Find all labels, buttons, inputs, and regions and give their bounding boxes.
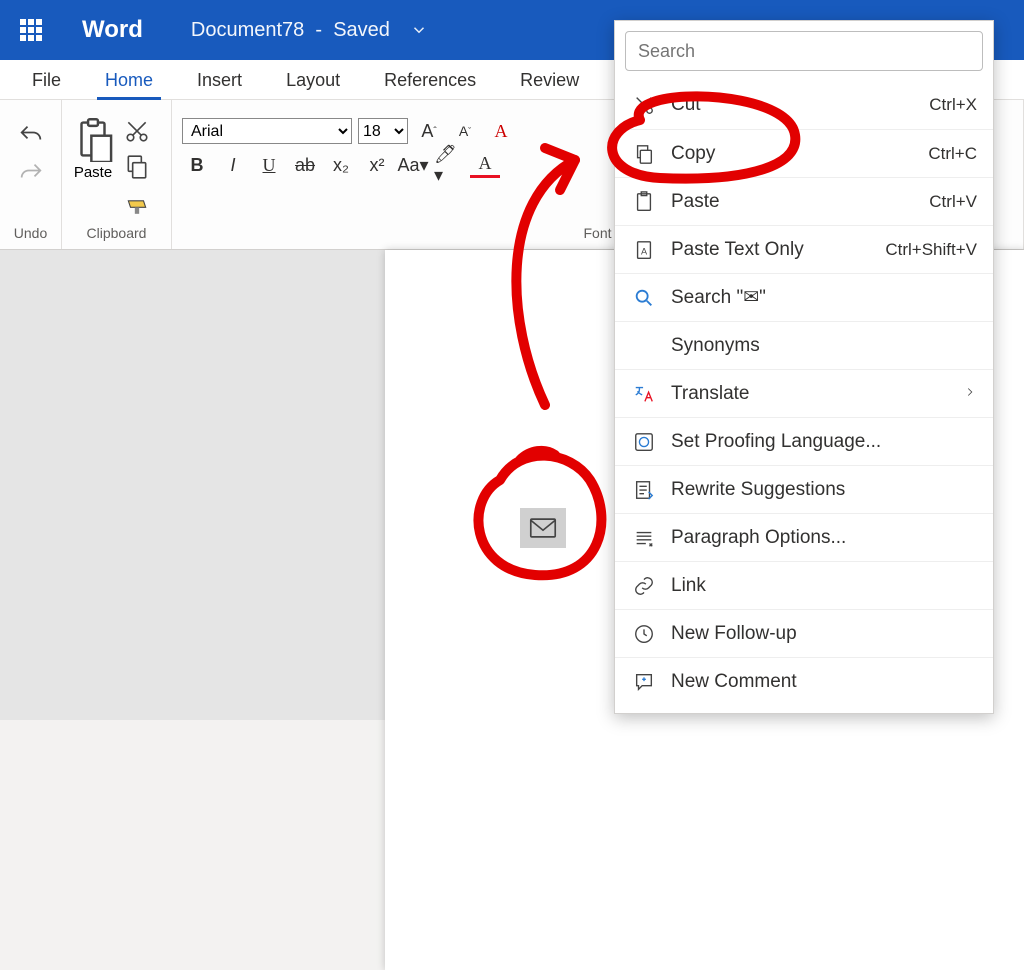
subscript-button[interactable]: x₂ [326,152,356,178]
paste-icon [631,191,657,213]
grow-font-button[interactable]: Aˆ [414,118,444,144]
paste-button-label[interactable]: Paste [74,164,112,181]
doc-title[interactable]: Document78 - Saved [191,19,390,42]
context-item-label: New Comment [671,671,797,693]
paste-text-icon: A [631,239,657,261]
change-case-button[interactable]: Aa▾ [398,152,428,178]
highlight-button[interactable]: 🖊▾ [434,152,464,178]
tab-references[interactable]: References [362,62,498,99]
mail-icon [529,518,557,538]
group-label-clipboard: Clipboard [72,221,161,245]
selected-mail-glyph[interactable] [520,508,566,548]
copy-icon[interactable] [124,154,150,180]
context-item-label: Paste Text Only [671,239,804,261]
context-item-paste-text-only[interactable]: A Paste Text Only Ctrl+Shift+V [615,225,993,273]
context-item-label: Translate [671,383,750,405]
chevron-down-icon[interactable] [410,21,428,39]
undo-icon[interactable] [17,122,45,150]
context-item-shortcut: Ctrl+V [929,192,977,212]
comment-icon [631,671,657,693]
tab-review[interactable]: Review [498,62,601,99]
font-color-button[interactable]: A [470,152,500,178]
context-item-label: Link [671,575,706,597]
superscript-button[interactable]: x² [362,152,392,178]
shrink-font-button[interactable]: Aˇ [450,118,480,144]
format-painter-icon[interactable] [124,190,150,216]
context-item-translate[interactable]: Translate [615,369,993,417]
context-item-shortcut: Ctrl+Shift+V [885,240,977,260]
italic-button[interactable]: I [218,152,248,178]
context-item-label: New Follow-up [671,623,797,645]
context-item-new-comment[interactable]: New Comment [615,657,993,705]
app-launcher-icon[interactable] [20,19,42,41]
font-name-select[interactable]: Arial [182,118,352,144]
font-size-select[interactable]: 18 [358,118,408,144]
context-item-label: Copy [671,143,715,165]
tab-home[interactable]: Home [83,62,175,99]
cut-icon [631,94,657,116]
group-label-undo: Undo [10,221,51,245]
tab-file[interactable]: File [10,62,83,99]
context-search-wrap [625,31,983,71]
svg-text:A: A [641,246,648,256]
rewrite-icon [631,479,657,501]
context-item-label: Cut [671,94,701,116]
paragraph-icon [631,527,657,549]
context-item-label: Synonyms [671,335,760,357]
doc-name: Document78 [191,19,304,41]
context-menu: Cut Ctrl+X Copy Ctrl+C Paste Ctrl+V A Paste Tex… [614,20,994,714]
link-icon [631,575,657,597]
context-item-cut[interactable]: Cut Ctrl+X [615,81,993,129]
context-search-input[interactable] [625,31,983,71]
context-item-new-follow-up[interactable]: New Follow-up [615,609,993,657]
context-item-link[interactable]: Link [615,561,993,609]
clear-format-button[interactable]: A [486,118,516,144]
context-item-label: Paragraph Options... [671,527,846,549]
context-item-label: Rewrite Suggestions [671,479,845,501]
followup-icon [631,623,657,645]
app-name: Word [82,16,143,44]
context-item-set-proofing-language-[interactable]: Set Proofing Language... [615,417,993,465]
context-item-paragraph-options-[interactable]: Paragraph Options... [615,513,993,561]
tab-layout[interactable]: Layout [264,62,362,99]
context-item-label: Search "✉" [671,286,766,309]
context-item-search-[interactable]: Search "✉" [615,273,993,321]
tab-insert[interactable]: Insert [175,62,264,99]
underline-button[interactable]: U [254,152,284,178]
cut-icon[interactable] [124,118,150,144]
redo-icon[interactable] [17,160,45,188]
doc-status: Saved [333,19,390,41]
chevron-right-icon [963,383,977,405]
context-item-paste[interactable]: Paste Ctrl+V [615,177,993,225]
context-item-shortcut: Ctrl+C [928,144,977,164]
language-icon [631,431,657,453]
context-item-rewrite-suggestions[interactable]: Rewrite Suggestions [615,465,993,513]
context-item-label: Paste [671,191,720,213]
strike-button[interactable]: ab [290,152,320,178]
search-icon [631,287,657,309]
context-item-synonyms[interactable]: Synonyms [615,321,993,369]
context-item-shortcut: Ctrl+X [929,95,977,115]
bold-button[interactable]: B [182,152,212,178]
context-item-copy[interactable]: Copy Ctrl+C [615,129,993,177]
context-item-label: Set Proofing Language... [671,431,881,453]
copy-icon [631,143,657,165]
translate-icon [631,383,657,405]
clipboard-icon[interactable] [72,116,114,162]
